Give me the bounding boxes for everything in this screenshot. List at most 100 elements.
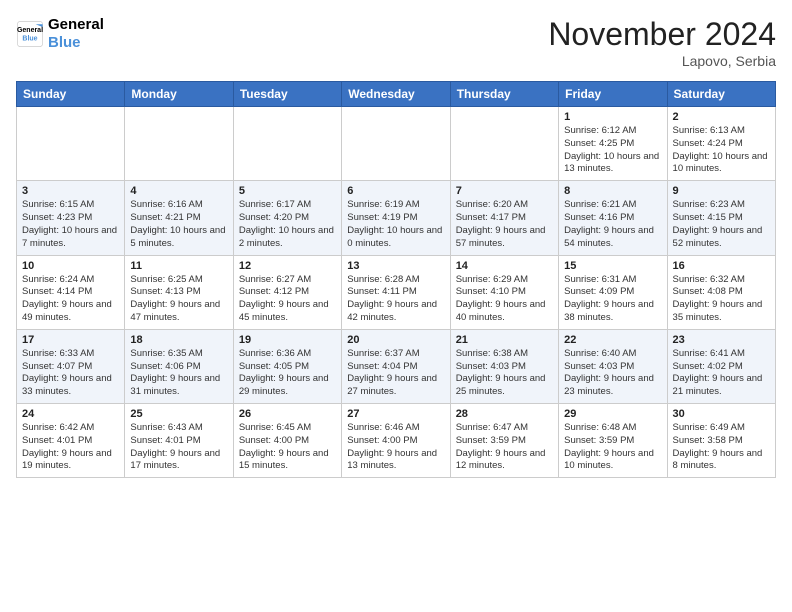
day-info: Sunrise: 6:25 AM Sunset: 4:13 PM Dayligh… [130, 274, 227, 325]
calendar-cell [450, 107, 558, 181]
calendar-cell: 26 Sunrise: 6:45 AM Sunset: 4:00 PM Dayli… [233, 404, 341, 478]
calendar-cell [125, 107, 233, 181]
calendar-cell: 17 Sunrise: 6:33 AM Sunset: 4:07 PM Dayli… [17, 329, 125, 403]
day-number: 1 [564, 111, 661, 123]
day-info: Sunrise: 6:32 AM Sunset: 4:08 PM Dayligh… [673, 274, 770, 325]
day-info: Sunrise: 6:35 AM Sunset: 4:06 PM Dayligh… [130, 348, 227, 399]
calendar-row-0: 1 Sunrise: 6:12 AM Sunset: 4:25 PM Daylig… [17, 107, 776, 181]
day-info: Sunrise: 6:20 AM Sunset: 4:17 PM Dayligh… [456, 199, 553, 250]
day-number: 12 [239, 260, 336, 272]
day-info: Sunrise: 6:37 AM Sunset: 4:04 PM Dayligh… [347, 348, 444, 399]
calendar-cell: 21Sunrise: 6:38 AM Sunset: 4:03 PM Dayli… [450, 329, 558, 403]
day-number: 2 [673, 111, 770, 123]
calendar-row-3: 17 Sunrise: 6:33 AM Sunset: 4:07 PM Dayli… [17, 329, 776, 403]
day-info: Sunrise: 6:16 AM Sunset: 4:21 PM Dayligh… [130, 199, 227, 250]
month-title: November 2024 [548, 16, 776, 53]
col-sunday: Sunday [17, 82, 125, 107]
day-number: 8 [564, 185, 661, 197]
day-number: 17 [22, 334, 119, 346]
day-number: 30 [673, 408, 770, 420]
day-number: 24 [22, 408, 119, 420]
day-info: Sunrise: 6:41 AM Sunset: 4:02 PM Dayligh… [673, 348, 770, 399]
calendar-header-row: Sunday Monday Tuesday Wednesday Thursday… [17, 82, 776, 107]
svg-text:General: General [17, 27, 43, 34]
day-number: 23 [673, 334, 770, 346]
calendar-cell: 6 Sunrise: 6:19 AM Sunset: 4:19 PM Daylig… [342, 181, 450, 255]
day-number: 22 [564, 334, 661, 346]
col-thursday: Thursday [450, 82, 558, 107]
logo-icon: General Blue [16, 20, 44, 48]
day-number: 13 [347, 260, 444, 272]
day-info: Sunrise: 6:15 AM Sunset: 4:23 PM Dayligh… [22, 199, 119, 250]
calendar-table: Sunday Monday Tuesday Wednesday Thursday… [16, 81, 776, 478]
calendar-cell: 16 Sunrise: 6:32 AM Sunset: 4:08 PM Dayli… [667, 255, 775, 329]
day-info: Sunrise: 6:23 AM Sunset: 4:15 PM Dayligh… [673, 199, 770, 250]
day-info: Sunrise: 6:45 AM Sunset: 4:00 PM Dayligh… [239, 422, 336, 473]
calendar-cell: 11 Sunrise: 6:25 AM Sunset: 4:13 PM Dayli… [125, 255, 233, 329]
day-info: Sunrise: 6:48 AM Sunset: 3:59 PM Dayligh… [564, 422, 661, 473]
calendar-cell: 13 Sunrise: 6:28 AM Sunset: 4:11 PM Dayli… [342, 255, 450, 329]
calendar-cell: 2 Sunrise: 6:13 AM Sunset: 4:24 PM Daylig… [667, 107, 775, 181]
day-number: 16 [673, 260, 770, 272]
day-info: Sunrise: 6:28 AM Sunset: 4:11 PM Dayligh… [347, 274, 444, 325]
calendar-row-1: 3 Sunrise: 6:15 AM Sunset: 4:23 PM Daylig… [17, 181, 776, 255]
calendar-cell: 19 Sunrise: 6:36 AM Sunset: 4:05 PM Dayli… [233, 329, 341, 403]
day-number: 25 [130, 408, 227, 420]
day-number: 11 [130, 260, 227, 272]
day-info: Sunrise: 6:36 AM Sunset: 4:05 PM Dayligh… [239, 348, 336, 399]
day-number: 19 [239, 334, 336, 346]
col-tuesday: Tuesday [233, 82, 341, 107]
day-number: 26 [239, 408, 336, 420]
day-info: Sunrise: 6:33 AM Sunset: 4:07 PM Dayligh… [22, 348, 119, 399]
calendar-row-2: 10 Sunrise: 6:24 AM Sunset: 4:14 PM Dayli… [17, 255, 776, 329]
calendar-cell: 1 Sunrise: 6:12 AM Sunset: 4:25 PM Daylig… [559, 107, 667, 181]
calendar-cell: 20 Sunrise: 6:37 AM Sunset: 4:04 PM Dayli… [342, 329, 450, 403]
calendar-cell [17, 107, 125, 181]
day-info: Sunrise: 6:47 AM Sunset: 3:59 PM Dayligh… [456, 422, 553, 473]
location: Lapovo, Serbia [548, 53, 776, 69]
col-friday: Friday [559, 82, 667, 107]
day-number: 7 [456, 185, 553, 197]
calendar-cell: 10 Sunrise: 6:24 AM Sunset: 4:14 PM Dayli… [17, 255, 125, 329]
calendar-cell: 5Sunrise: 6:17 AM Sunset: 4:20 PM Daylig… [233, 181, 341, 255]
day-info: Sunrise: 6:46 AM Sunset: 4:00 PM Dayligh… [347, 422, 444, 473]
day-number: 20 [347, 334, 444, 346]
title-block: November 2024 Lapovo, Serbia [548, 16, 776, 69]
day-number: 10 [22, 260, 119, 272]
calendar-cell: 22 Sunrise: 6:40 AM Sunset: 4:03 PM Dayli… [559, 329, 667, 403]
day-number: 14 [456, 260, 553, 272]
day-number: 18 [130, 334, 227, 346]
day-number: 4 [130, 185, 227, 197]
day-number: 6 [347, 185, 444, 197]
day-number: 21 [456, 334, 553, 346]
calendar-cell [233, 107, 341, 181]
calendar-cell: 4 Sunrise: 6:16 AM Sunset: 4:21 PM Daylig… [125, 181, 233, 255]
calendar-cell: 23 Sunrise: 6:41 AM Sunset: 4:02 PM Dayli… [667, 329, 775, 403]
calendar-cell: 12Sunrise: 6:27 AM Sunset: 4:12 PM Dayli… [233, 255, 341, 329]
logo-blue: Blue [48, 34, 104, 52]
calendar-cell: 25Sunrise: 6:43 AM Sunset: 4:01 PM Dayli… [125, 404, 233, 478]
calendar-cell: 29Sunrise: 6:48 AM Sunset: 3:59 PM Dayli… [559, 404, 667, 478]
day-info: Sunrise: 6:19 AM Sunset: 4:19 PM Dayligh… [347, 199, 444, 250]
day-info: Sunrise: 6:49 AM Sunset: 3:58 PM Dayligh… [673, 422, 770, 473]
day-info: Sunrise: 6:29 AM Sunset: 4:10 PM Dayligh… [456, 274, 553, 325]
calendar-cell: 24 Sunrise: 6:42 AM Sunset: 4:01 PM Dayli… [17, 404, 125, 478]
logo-general: General [48, 16, 104, 34]
day-info: Sunrise: 6:13 AM Sunset: 4:24 PM Dayligh… [673, 125, 770, 176]
col-monday: Monday [125, 82, 233, 107]
day-info: Sunrise: 6:31 AM Sunset: 4:09 PM Dayligh… [564, 274, 661, 325]
col-wednesday: Wednesday [342, 82, 450, 107]
day-info: Sunrise: 6:40 AM Sunset: 4:03 PM Dayligh… [564, 348, 661, 399]
day-number: 3 [22, 185, 119, 197]
day-number: 9 [673, 185, 770, 197]
calendar-cell: 27 Sunrise: 6:46 AM Sunset: 4:00 PM Dayli… [342, 404, 450, 478]
day-info: Sunrise: 6:12 AM Sunset: 4:25 PM Dayligh… [564, 125, 661, 176]
calendar-cell: 7 Sunrise: 6:20 AM Sunset: 4:17 PM Daylig… [450, 181, 558, 255]
page-header: General Blue General Blue November 2024 … [16, 16, 776, 69]
svg-text:Blue: Blue [22, 35, 37, 42]
day-number: 27 [347, 408, 444, 420]
day-info: Sunrise: 6:42 AM Sunset: 4:01 PM Dayligh… [22, 422, 119, 473]
day-info: Sunrise: 6:24 AM Sunset: 4:14 PM Dayligh… [22, 274, 119, 325]
day-info: Sunrise: 6:17 AM Sunset: 4:20 PM Dayligh… [239, 199, 336, 250]
calendar-row-4: 24 Sunrise: 6:42 AM Sunset: 4:01 PM Dayli… [17, 404, 776, 478]
